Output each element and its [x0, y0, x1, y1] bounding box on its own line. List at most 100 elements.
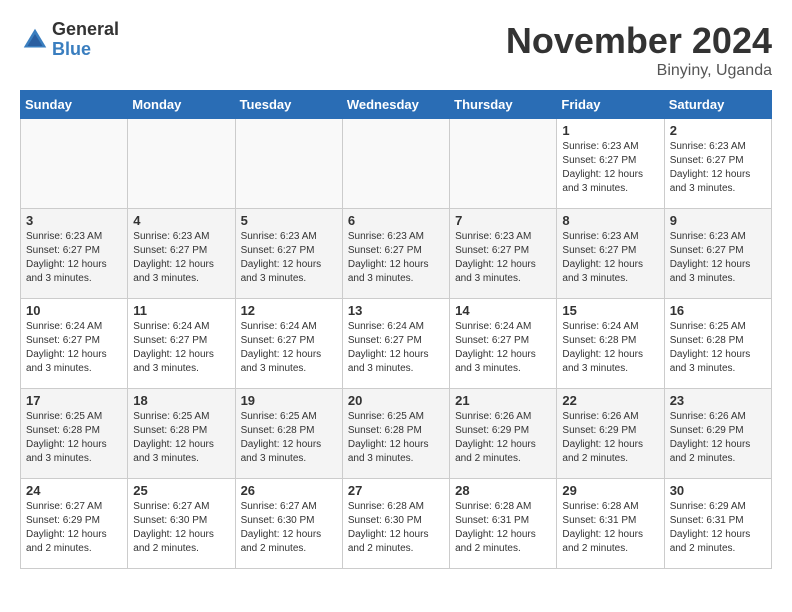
day-info: Sunrise: 6:23 AM Sunset: 6:27 PM Dayligh… — [562, 230, 658, 286]
calendar-cell: 23 Sunrise: 6:26 AM Sunset: 6:29 PM Dayli… — [664, 389, 771, 479]
calendar-cell: 4 Sunrise: 6:23 AM Sunset: 6:27 PM Daylig… — [128, 209, 235, 299]
day-number: 22 — [562, 393, 658, 408]
day-info: Sunrise: 6:23 AM Sunset: 6:27 PM Dayligh… — [26, 230, 122, 286]
calendar-cell — [128, 119, 235, 209]
logo-icon — [20, 25, 50, 55]
calendar-cell: 18Sunrise: 6:25 AM Sunset: 6:28 PM Dayli… — [128, 389, 235, 479]
calendar-cell: 30 Sunrise: 6:29 AM Sunset: 6:31 PM Dayli… — [664, 479, 771, 569]
calendar-header-sunday: Sunday — [21, 91, 128, 119]
day-info: Sunrise: 6:28 AM Sunset: 6:30 PM Dayligh… — [348, 500, 444, 556]
month-title: November 2024 — [506, 20, 772, 62]
day-number: 27 — [348, 483, 444, 498]
logo-general-text: General — [52, 20, 119, 40]
calendar-header-monday: Monday — [128, 91, 235, 119]
day-info: Sunrise: 6:25 AM Sunset: 6:28 PM Dayligh… — [241, 410, 337, 466]
day-info: Sunrise: 6:24 AM Sunset: 6:27 PM Dayligh… — [241, 320, 337, 376]
day-number: 3 — [26, 213, 122, 228]
day-info: Sunrise: 6:23 AM Sunset: 6:27 PM Dayligh… — [670, 140, 766, 196]
calendar-header-wednesday: Wednesday — [342, 91, 449, 119]
day-info: Sunrise: 6:23 AM Sunset: 6:27 PM Dayligh… — [455, 230, 551, 286]
day-number: 13 — [348, 303, 444, 318]
day-number: 28 — [455, 483, 551, 498]
day-info: Sunrise: 6:23 AM Sunset: 6:27 PM Dayligh… — [562, 140, 658, 196]
day-number: 15 — [562, 303, 658, 318]
logo-blue-text: Blue — [52, 40, 119, 60]
day-number: 21 — [455, 393, 551, 408]
day-number: 9 — [670, 213, 766, 228]
calendar-cell: 8Sunrise: 6:23 AM Sunset: 6:27 PM Daylig… — [557, 209, 664, 299]
calendar-cell — [235, 119, 342, 209]
day-number: 30 — [670, 483, 766, 498]
day-number: 2 — [670, 123, 766, 138]
calendar-cell: 25Sunrise: 6:27 AM Sunset: 6:30 PM Dayli… — [128, 479, 235, 569]
calendar-cell: 28 Sunrise: 6:28 AM Sunset: 6:31 PM Dayli… — [450, 479, 557, 569]
calendar-header-row: SundayMondayTuesdayWednesdayThursdayFrid… — [21, 91, 772, 119]
day-info: Sunrise: 6:24 AM Sunset: 6:27 PM Dayligh… — [348, 320, 444, 376]
day-info: Sunrise: 6:23 AM Sunset: 6:27 PM Dayligh… — [670, 230, 766, 286]
day-number: 6 — [348, 213, 444, 228]
day-info: Sunrise: 6:25 AM Sunset: 6:28 PM Dayligh… — [26, 410, 122, 466]
day-number: 26 — [241, 483, 337, 498]
day-info: Sunrise: 6:23 AM Sunset: 6:27 PM Dayligh… — [133, 230, 229, 286]
header: General Blue November 2024 Binyiny, Ugan… — [20, 20, 772, 80]
day-info: Sunrise: 6:24 AM Sunset: 6:28 PM Dayligh… — [562, 320, 658, 376]
calendar-cell — [21, 119, 128, 209]
day-number: 10 — [26, 303, 122, 318]
day-info: Sunrise: 6:27 AM Sunset: 6:29 PM Dayligh… — [26, 500, 122, 556]
day-number: 29 — [562, 483, 658, 498]
day-info: Sunrise: 6:23 AM Sunset: 6:27 PM Dayligh… — [241, 230, 337, 286]
calendar-cell: 16 Sunrise: 6:25 AM Sunset: 6:28 PM Dayli… — [664, 299, 771, 389]
day-info: Sunrise: 6:26 AM Sunset: 6:29 PM Dayligh… — [670, 410, 766, 466]
calendar-cell: 26 Sunrise: 6:27 AM Sunset: 6:30 PM Dayli… — [235, 479, 342, 569]
day-number: 16 — [670, 303, 766, 318]
calendar-cell: 22Sunrise: 6:26 AM Sunset: 6:29 PM Dayli… — [557, 389, 664, 479]
logo: General Blue — [20, 20, 119, 60]
day-info: Sunrise: 6:24 AM Sunset: 6:27 PM Dayligh… — [26, 320, 122, 376]
day-number: 12 — [241, 303, 337, 318]
day-info: Sunrise: 6:28 AM Sunset: 6:31 PM Dayligh… — [562, 500, 658, 556]
calendar-header-saturday: Saturday — [664, 91, 771, 119]
day-number: 5 — [241, 213, 337, 228]
day-info: Sunrise: 6:27 AM Sunset: 6:30 PM Dayligh… — [241, 500, 337, 556]
calendar-cell: 29 Sunrise: 6:28 AM Sunset: 6:31 PM Dayli… — [557, 479, 664, 569]
day-info: Sunrise: 6:28 AM Sunset: 6:31 PM Dayligh… — [455, 500, 551, 556]
day-info: Sunrise: 6:27 AM Sunset: 6:30 PM Dayligh… — [133, 500, 229, 556]
calendar-table: SundayMondayTuesdayWednesdayThursdayFrid… — [20, 90, 772, 569]
day-number: 11 — [133, 303, 229, 318]
calendar-cell: 17Sunrise: 6:25 AM Sunset: 6:28 PM Dayli… — [21, 389, 128, 479]
day-number: 4 — [133, 213, 229, 228]
day-info: Sunrise: 6:26 AM Sunset: 6:29 PM Dayligh… — [455, 410, 551, 466]
calendar-cell: 2 Sunrise: 6:23 AM Sunset: 6:27 PM Daylig… — [664, 119, 771, 209]
calendar-cell: 15 Sunrise: 6:24 AM Sunset: 6:28 PM Dayli… — [557, 299, 664, 389]
calendar-cell: 6Sunrise: 6:23 AM Sunset: 6:27 PM Daylig… — [342, 209, 449, 299]
calendar-cell: 1 Sunrise: 6:23 AM Sunset: 6:27 PM Daylig… — [557, 119, 664, 209]
calendar-week-3: 10 Sunrise: 6:24 AM Sunset: 6:27 PM Dayli… — [21, 299, 772, 389]
calendar-cell: 3 Sunrise: 6:23 AM Sunset: 6:27 PM Daylig… — [21, 209, 128, 299]
calendar-week-5: 24Sunrise: 6:27 AM Sunset: 6:29 PM Dayli… — [21, 479, 772, 569]
day-info: Sunrise: 6:29 AM Sunset: 6:31 PM Dayligh… — [670, 500, 766, 556]
logo-text: General Blue — [52, 20, 119, 60]
calendar-cell — [450, 119, 557, 209]
day-number: 19 — [241, 393, 337, 408]
day-info: Sunrise: 6:25 AM Sunset: 6:28 PM Dayligh… — [670, 320, 766, 376]
calendar-cell: 27 Sunrise: 6:28 AM Sunset: 6:30 PM Dayli… — [342, 479, 449, 569]
calendar-cell: 24Sunrise: 6:27 AM Sunset: 6:29 PM Dayli… — [21, 479, 128, 569]
calendar-week-4: 17Sunrise: 6:25 AM Sunset: 6:28 PM Dayli… — [21, 389, 772, 479]
calendar-cell: 10 Sunrise: 6:24 AM Sunset: 6:27 PM Dayli… — [21, 299, 128, 389]
day-number: 1 — [562, 123, 658, 138]
calendar-week-1: 1 Sunrise: 6:23 AM Sunset: 6:27 PM Daylig… — [21, 119, 772, 209]
day-info: Sunrise: 6:24 AM Sunset: 6:27 PM Dayligh… — [455, 320, 551, 376]
calendar-cell: 19 Sunrise: 6:25 AM Sunset: 6:28 PM Dayli… — [235, 389, 342, 479]
calendar-cell: 9 Sunrise: 6:23 AM Sunset: 6:27 PM Daylig… — [664, 209, 771, 299]
calendar-cell: 5 Sunrise: 6:23 AM Sunset: 6:27 PM Daylig… — [235, 209, 342, 299]
day-number: 23 — [670, 393, 766, 408]
calendar-cell: 14 Sunrise: 6:24 AM Sunset: 6:27 PM Dayli… — [450, 299, 557, 389]
day-number: 14 — [455, 303, 551, 318]
day-info: Sunrise: 6:25 AM Sunset: 6:28 PM Dayligh… — [133, 410, 229, 466]
calendar-week-2: 3 Sunrise: 6:23 AM Sunset: 6:27 PM Daylig… — [21, 209, 772, 299]
calendar-cell: 21 Sunrise: 6:26 AM Sunset: 6:29 PM Dayli… — [450, 389, 557, 479]
calendar-header-friday: Friday — [557, 91, 664, 119]
location-subtitle: Binyiny, Uganda — [506, 62, 772, 80]
day-number: 7 — [455, 213, 551, 228]
day-info: Sunrise: 6:25 AM Sunset: 6:28 PM Dayligh… — [348, 410, 444, 466]
